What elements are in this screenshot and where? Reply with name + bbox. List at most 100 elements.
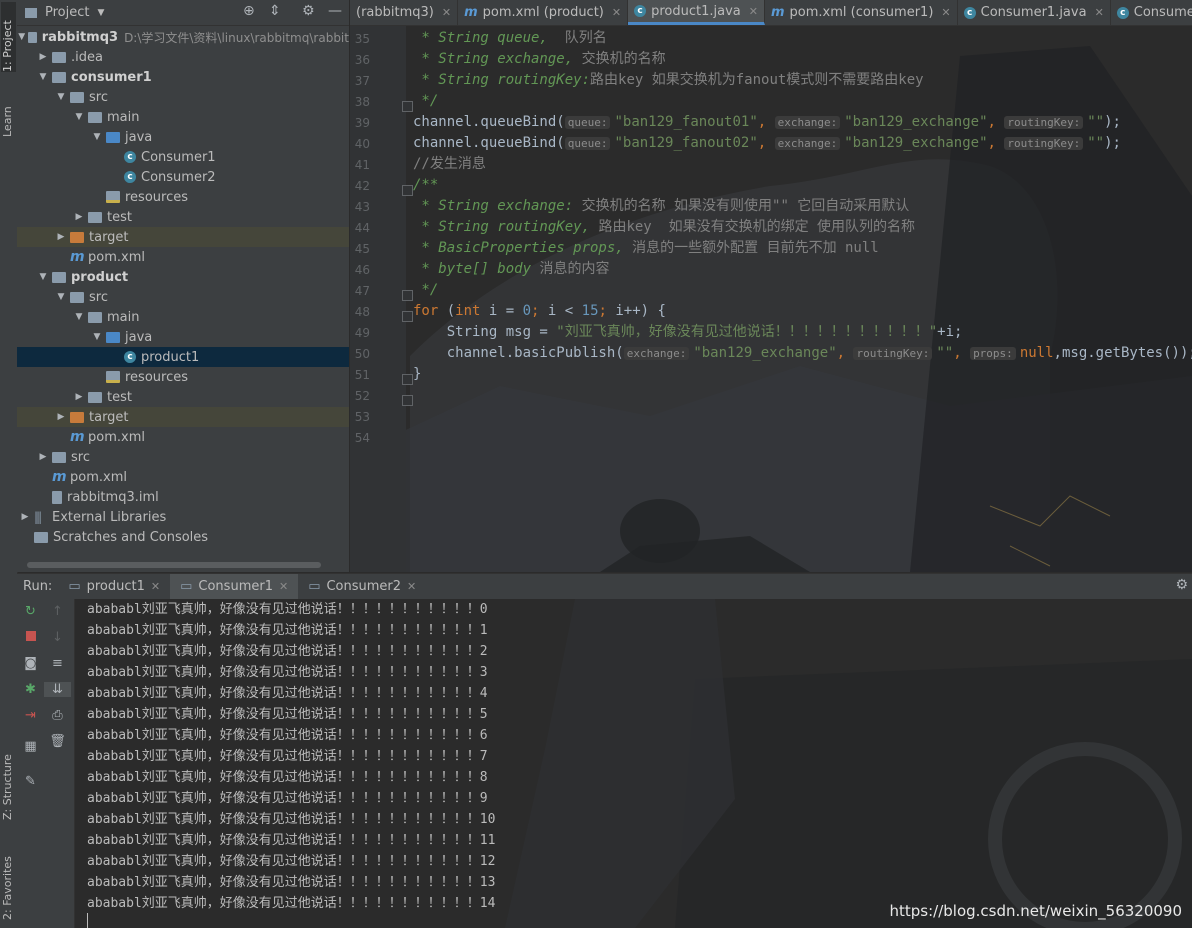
fold-marker-icon[interactable] — [402, 311, 413, 322]
up-arrow-icon[interactable]: ↑ — [44, 604, 71, 619]
tree-item[interactable]: resources — [17, 367, 349, 387]
collapse-all-icon[interactable]: ⇕ — [269, 3, 281, 19]
fold-marker-icon[interactable] — [402, 290, 413, 301]
expand-right-icon[interactable]: ▶ — [73, 212, 85, 222]
run-tab[interactable]: ▭ Consumer2 ✕ — [298, 574, 426, 599]
editor-tab[interactable]: cConsumer2.java✕ — [1111, 0, 1192, 25]
module-folder-icon — [52, 271, 66, 283]
close-icon[interactable]: ✕ — [941, 6, 950, 19]
horizontal-scrollbar[interactable] — [27, 562, 321, 568]
console-line: abababl刘亚飞真帅，好像没有见过他说话！！！！！！！！！！！1 — [87, 623, 488, 638]
tree-item[interactable]: rabbitmq3.iml — [17, 487, 349, 507]
tree-item[interactable]: Scratches and Consoles — [17, 527, 349, 547]
tree-item[interactable]: ▼ main — [17, 107, 349, 127]
layout-icon[interactable]: ▦ — [17, 739, 44, 754]
expand-right-icon[interactable]: ▶ — [73, 392, 85, 402]
run-tab[interactable]: ▭ Consumer1 ✕ — [170, 574, 299, 599]
tree-item[interactable]: m pom.xml — [17, 427, 349, 447]
code-token: "ban129_exchange" — [693, 345, 837, 361]
code-line: * String exchange, 交换机的名称 — [413, 49, 665, 70]
tree-item[interactable]: ▼ java — [17, 127, 349, 147]
fold-marker-icon[interactable] — [402, 374, 413, 385]
tree-item[interactable]: ▶ test — [17, 387, 349, 407]
hide-icon[interactable]: — — [328, 3, 342, 19]
expand-down-icon[interactable]: ▼ — [18, 32, 25, 42]
fold-marker-icon[interactable] — [402, 101, 413, 112]
run-tab[interactable]: ▭ product1 ✕ — [58, 574, 170, 599]
expand-down-icon[interactable]: ▼ — [37, 72, 49, 82]
tree-item[interactable]: ▼ src — [17, 87, 349, 107]
expand-right-icon[interactable]: ▶ — [19, 512, 31, 522]
tree-item[interactable]: ▶ target — [17, 227, 349, 247]
tree-item[interactable]: m pom.xml — [17, 467, 349, 487]
pin-icon[interactable]: ✎ — [17, 774, 44, 789]
expand-down-icon[interactable]: ▼ — [55, 292, 67, 302]
settings-gear-icon[interactable]: ⚙ — [1175, 577, 1188, 593]
tree-item[interactable]: ▶ src — [17, 447, 349, 467]
close-icon[interactable]: ✕ — [1095, 6, 1104, 19]
close-icon[interactable]: ✕ — [151, 580, 160, 593]
soft-wrap-icon[interactable]: ≡ — [44, 656, 71, 671]
tree-item[interactable]: ▶ .idea — [17, 47, 349, 67]
expand-right-icon[interactable]: ▶ — [37, 52, 49, 62]
expand-down-icon[interactable]: ▼ — [37, 272, 49, 282]
tree-item[interactable]: c Consumer2 — [17, 167, 349, 187]
fold-marker-icon[interactable] — [402, 185, 413, 196]
editor-tab-bar: (rabbitmq3) ✕ m pom.xml (product) ✕ c product1… — [350, 0, 1192, 26]
tree-item[interactable]: ▼ java — [17, 327, 349, 347]
tree-item[interactable]: c product1 — [17, 347, 349, 367]
scroll-to-end-icon[interactable]: ⇊ — [44, 682, 71, 697]
close-icon[interactable]: ✕ — [612, 6, 621, 19]
expand-down-icon[interactable]: ▼ — [91, 132, 103, 142]
tab-favorites-tool[interactable]: 2: Favorites — [1, 840, 16, 920]
close-icon[interactable]: ✕ — [279, 580, 288, 593]
tab-learn-tool[interactable]: Learn — [1, 92, 16, 137]
fold-marker-icon[interactable] — [402, 395, 413, 406]
tab-structure-tool[interactable]: Z: Structure — [1, 740, 16, 820]
editor-tab[interactable]: c Consumer1.java ✕ — [958, 0, 1111, 25]
code-editor[interactable]: 35 36 37 38 39 40 41 42 43 44 45 46 47 48 49 50 51 52 53 54… — [350, 26, 1192, 572]
dropdown-chevron-icon[interactable]: ▼ — [97, 8, 104, 18]
tree-item[interactable]: ▶ test — [17, 207, 349, 227]
expand-down-icon[interactable]: ▼ — [55, 92, 67, 102]
tree-item[interactable]: ▶ target — [17, 407, 349, 427]
locate-icon[interactable]: ⊕ — [243, 3, 255, 19]
rerun-icon[interactable]: ↻ — [17, 604, 44, 619]
print-icon[interactable]: ⎙ — [44, 708, 71, 723]
editor-tab[interactable]: m pom.xml (consumer1) ✕ — [765, 0, 958, 25]
expand-down-icon[interactable]: ▼ — [91, 332, 103, 342]
tree-item[interactable]: ▼ product — [17, 267, 349, 287]
exit-icon[interactable]: ⇥ — [17, 708, 44, 723]
expand-right-icon[interactable]: ▶ — [55, 232, 67, 242]
tree-item[interactable]: ▼ src — [17, 287, 349, 307]
trash-icon[interactable]: 🗑 — [44, 734, 71, 749]
camera-icon[interactable]: ◙ — [17, 656, 44, 671]
project-view-title[interactable]: Project — [45, 5, 89, 20]
debug-bug-icon[interactable]: ✱ — [17, 682, 44, 697]
tree-item[interactable]: ▼ consumer1 — [17, 67, 349, 87]
tab-project-tool[interactable]: 1: Project — [1, 2, 16, 72]
down-arrow-icon[interactable]: ↓ — [44, 630, 71, 645]
console-line: abababl刘亚飞真帅，好像没有见过他说话！！！！！！！！！！！0 — [87, 602, 488, 617]
run-label: Run: — [23, 579, 53, 594]
tree-item[interactable]: c Consumer1 — [17, 147, 349, 167]
close-icon[interactable]: ✕ — [749, 5, 758, 18]
tree-item[interactable]: ▶ ||| External Libraries — [17, 507, 349, 527]
tree-item[interactable]: ▼ main — [17, 307, 349, 327]
editor-tab[interactable]: c product1.java ✕ — [628, 0, 765, 25]
close-icon[interactable]: ✕ — [407, 580, 416, 593]
console-output[interactable]: abababl刘亚飞真帅，好像没有见过他说话！！！！！！！！！！！0 ababab… — [75, 599, 1192, 928]
tree-item[interactable]: m pom.xml — [17, 247, 349, 267]
tree-item[interactable]: resources — [17, 187, 349, 207]
stop-icon[interactable] — [17, 630, 44, 645]
editor-tab[interactable]: m pom.xml (product) ✕ — [458, 0, 629, 25]
tree-item[interactable]: ▼ rabbitmq3 D:\学习文件\资料\linux\rabbitmq\rabb… — [17, 27, 349, 47]
expand-right-icon[interactable]: ▶ — [55, 412, 67, 422]
close-icon[interactable]: ✕ — [442, 6, 451, 19]
code-line: * String routingKey:路由key 如果交换机为fanout模式… — [413, 70, 923, 91]
expand-down-icon[interactable]: ▼ — [73, 112, 85, 122]
expand-right-icon[interactable]: ▶ — [37, 452, 49, 462]
gear-icon[interactable]: ⚙ — [302, 3, 315, 19]
expand-down-icon[interactable]: ▼ — [73, 312, 85, 322]
editor-tab[interactable]: (rabbitmq3) ✕ — [350, 0, 459, 25]
